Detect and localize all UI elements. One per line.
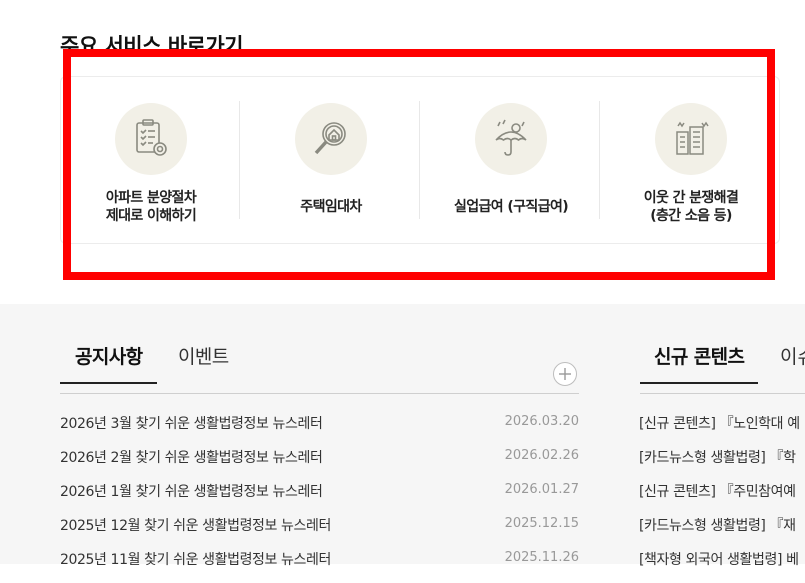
service-apartment-sale[interactable]: 아파트 분양절차 제대로 이해하기	[61, 77, 241, 243]
notice-title[interactable]: 2025년 11월 찾기 쉬운 생활법령정보 뉴스레터	[60, 549, 331, 569]
buildings-noise-icon	[655, 103, 727, 175]
services-card: 아파트 분양절차 제대로 이해하기 주택임대차 실업급여 (구직급여) 이웃 간…	[60, 76, 780, 244]
list-item: 2026년 2월 찾기 쉬운 생활법령정보 뉴스레터 2026.02.26	[60, 447, 579, 481]
umbrella-coin-icon	[475, 103, 547, 175]
service-house-lease[interactable]: 주택임대차	[241, 77, 421, 243]
notice-tabs: 공지사항 이벤트	[60, 342, 579, 394]
list-item[interactable]: [신규 콘텐츠] 『주민참여예	[639, 481, 805, 515]
house-search-icon	[295, 103, 367, 175]
notice-title[interactable]: 2026년 3월 찾기 쉬운 생활법령정보 뉴스레터	[60, 413, 323, 433]
list-item[interactable]: [카드뉴스형 생활법령] 『학	[639, 447, 805, 481]
notice-list: 2026년 3월 찾기 쉬운 생활법령정보 뉴스레터 2026.03.20 202…	[60, 413, 579, 583]
list-item: 2025년 11월 찾기 쉬운 생활법령정보 뉴스레터 2025.11.26	[60, 549, 579, 583]
tab-event[interactable]: 이벤트	[178, 342, 229, 369]
list-item[interactable]: [신규 콘텐츠] 『노인학대 예	[639, 413, 805, 447]
service-label: 주택임대차	[300, 199, 362, 215]
tab-issue[interactable]: 이슈	[780, 342, 805, 369]
list-item: 2025년 12월 찾기 쉬운 생활법령정보 뉴스레터 2025.12.15	[60, 515, 579, 549]
section-title: 주요 서비스 바로가기	[60, 34, 244, 58]
tab-new-content[interactable]: 신규 콘텐츠	[639, 342, 759, 384]
tabs-underline	[60, 393, 579, 394]
notice-date: 2025.11.26	[504, 550, 579, 565]
notice-title[interactable]: 2026년 1월 찾기 쉬운 생활법령정보 뉴스레터	[60, 481, 323, 501]
notice-date: 2025.12.15	[504, 516, 579, 531]
list-item: 2026년 3월 찾기 쉬운 생활법령정보 뉴스레터 2026.03.20	[60, 413, 579, 447]
new-content-tabs: 신규 콘텐츠 이슈	[639, 342, 805, 394]
notice-title[interactable]: 2025년 12월 찾기 쉬운 생활법령정보 뉴스레터	[60, 515, 331, 535]
tabs-underline	[640, 393, 805, 394]
board-section: 공지사항 이벤트 2026년 3월 찾기 쉬운 생활법령정보 뉴스레터 2026.…	[0, 304, 805, 568]
tab-notice[interactable]: 공지사항	[60, 342, 156, 384]
notice-title[interactable]: 2026년 2월 찾기 쉬운 생활법령정보 뉴스레터	[60, 447, 323, 467]
apartment-checklist-icon	[115, 103, 187, 175]
service-neighbor-dispute[interactable]: 이웃 간 분쟁해결 (층간 소음 등)	[601, 77, 781, 243]
divider	[599, 101, 600, 219]
service-label: 이웃 간 분쟁해결 (층간 소음 등)	[643, 190, 739, 224]
list-item[interactable]: [책자형 외국어 생활법령] 베	[639, 549, 805, 583]
service-label: 실업급여 (구직급여)	[453, 199, 569, 215]
plus-icon	[559, 368, 571, 380]
divider	[419, 101, 420, 219]
notice-date: 2026.02.26	[504, 448, 579, 463]
services-section: 주요 서비스 바로가기 아파트 분양절차 제대로 이해하기 주택임대차 실업급여…	[0, 0, 805, 304]
notice-date: 2026.01.27	[504, 482, 579, 497]
divider	[239, 101, 240, 219]
notice-date: 2026.03.20	[504, 414, 579, 429]
service-unemployment-benefit[interactable]: 실업급여 (구직급여)	[421, 77, 601, 243]
more-button[interactable]	[553, 362, 577, 386]
new-content-list: [신규 콘텐츠] 『노인학대 예 [카드뉴스형 생활법령] 『학 [신규 콘텐츠…	[639, 413, 805, 583]
service-label: 아파트 분양절차 제대로 이해하기	[105, 190, 197, 224]
list-item: 2026년 1월 찾기 쉬운 생활법령정보 뉴스레터 2026.01.27	[60, 481, 579, 515]
list-item[interactable]: [카드뉴스형 생활법령] 『재	[639, 515, 805, 549]
